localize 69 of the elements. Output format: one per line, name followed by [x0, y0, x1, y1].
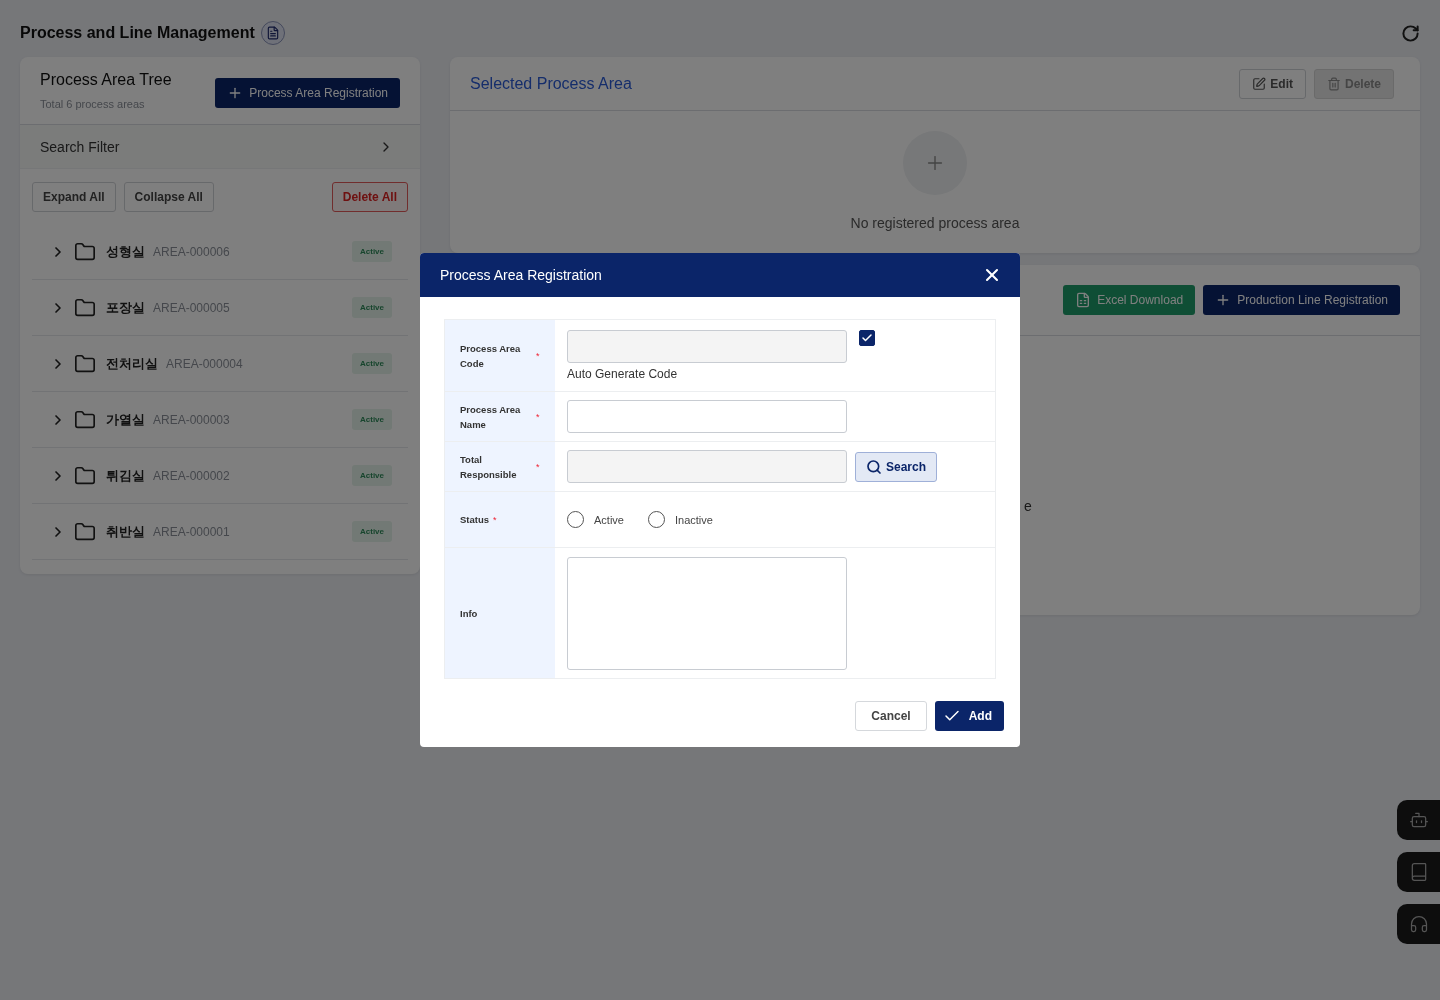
radio-button[interactable]	[647, 511, 665, 528]
delete-all-button[interactable]: Delete All	[331, 182, 408, 212]
status-badge: Active	[352, 521, 392, 542]
folder-icon	[74, 408, 96, 431]
folder-icon	[74, 352, 96, 375]
line-register-button[interactable]: Production Line Registration	[1203, 285, 1400, 315]
edit-icon	[1252, 76, 1267, 91]
add-button[interactable]: Add	[934, 701, 1004, 731]
search-filter-toggle[interactable]: Search Filter	[20, 125, 420, 169]
required-mark: *	[493, 514, 497, 525]
folder-icon	[74, 240, 96, 263]
trash-icon	[1326, 76, 1341, 91]
area-name[interactable]: 튀김실	[106, 466, 145, 485]
area-code: AREA-000006	[153, 244, 230, 259]
required-mark: *	[536, 411, 540, 422]
status-badge: Active	[352, 241, 392, 262]
folder-icon	[74, 520, 96, 543]
field-label: Process Area Code	[460, 341, 522, 371]
search-button[interactable]: Search	[855, 451, 938, 482]
status-badge: Active	[352, 353, 392, 374]
auto-generate-checkbox[interactable]	[859, 329, 875, 346]
field-label: Total Responsible	[460, 452, 518, 482]
area-code: AREA-000001	[153, 524, 230, 539]
page-title: Process and Line Management	[20, 24, 255, 42]
register-button[interactable]: Process Area Registration	[215, 78, 400, 108]
panel-title: Selected Process Area	[470, 74, 632, 93]
refresh-icon[interactable]	[1401, 23, 1420, 43]
area-name[interactable]: 가열실	[106, 410, 145, 429]
responsible-input[interactable]	[567, 450, 847, 483]
expand-all-button[interactable]: Expand All	[32, 182, 116, 212]
folder-icon	[74, 464, 96, 487]
area-code: AREA-000002	[153, 468, 230, 483]
collapse-all-button[interactable]: Collapse All	[123, 182, 214, 212]
area-name[interactable]: 취반실	[106, 522, 145, 541]
edit-button[interactable]: Edit	[1239, 68, 1306, 99]
field-label: Process Area Name	[460, 402, 522, 432]
area-name[interactable]: 전처리실	[106, 354, 158, 373]
empty-message: e	[1024, 498, 1032, 514]
radio-label: Active	[594, 513, 624, 526]
status-badge: Active	[352, 409, 392, 430]
code-input[interactable]	[567, 330, 847, 363]
cancel-button[interactable]: Cancel	[855, 701, 927, 731]
book-icon[interactable]	[1397, 852, 1440, 892]
search-icon	[866, 458, 882, 475]
area-name[interactable]: 성형실	[106, 242, 145, 261]
field-label: Info	[460, 606, 478, 621]
headset-icon[interactable]	[1397, 904, 1440, 944]
status-badge: Active	[352, 297, 392, 318]
radio-label: Inactive	[674, 513, 713, 526]
required-mark: *	[536, 461, 540, 472]
area-code: AREA-000005	[153, 300, 230, 315]
area-name[interactable]: 포장실	[106, 298, 145, 317]
area-code: AREA-000003	[153, 412, 230, 427]
status-badge: Active	[352, 465, 392, 486]
excel-download-button[interactable]: Excel Download	[1063, 285, 1196, 315]
document-icon[interactable]	[260, 21, 285, 45]
radio-button[interactable]	[567, 511, 584, 528]
dialog-title: Process Area Registration	[440, 267, 602, 283]
folder-icon	[74, 296, 96, 319]
auto-generate-label: Auto Generate Code	[567, 367, 679, 381]
empty-message: No registered process area	[850, 215, 1020, 231]
field-label: Status	[460, 513, 490, 527]
panel-title: Process Area Tree	[40, 71, 172, 89]
bot-icon[interactable]	[1397, 800, 1440, 840]
name-input[interactable]	[567, 400, 847, 433]
spreadsheet-icon	[1075, 292, 1092, 308]
required-mark: *	[536, 350, 540, 361]
check-icon	[861, 331, 873, 344]
area-code: AREA-000004	[166, 356, 243, 371]
